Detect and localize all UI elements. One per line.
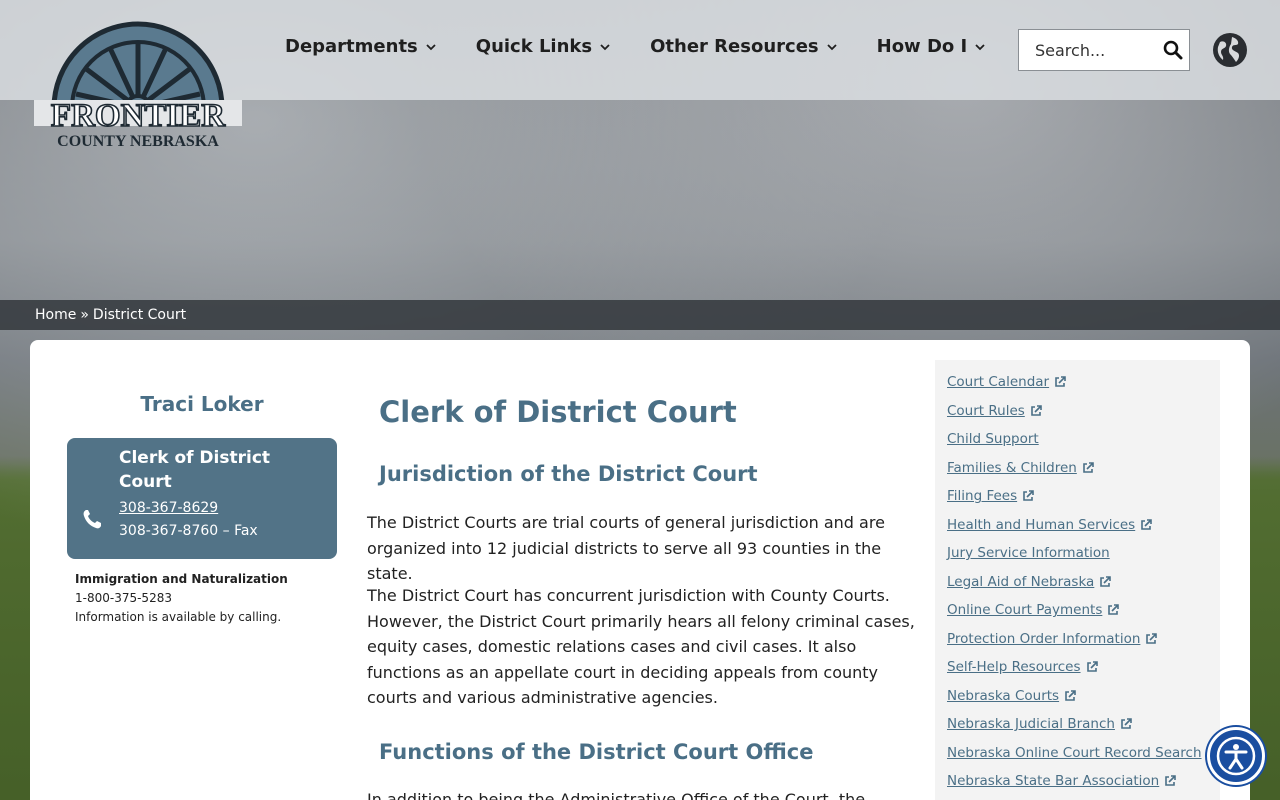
external-link-icon <box>1141 518 1153 530</box>
sidebar-link-judicial-branch[interactable]: Nebraska Judicial Branch <box>947 710 1208 739</box>
main-nav: Departments Quick Links Other Resources … <box>285 36 1025 57</box>
external-link-icon <box>1100 575 1112 587</box>
sidebar-link-state-bar[interactable]: Nebraska State Bar Association <box>947 767 1208 796</box>
sidebar-link-court-record-search[interactable]: Nebraska Online Court Record Search <box>947 739 1219 768</box>
link-label: Legal Aid of Nebraska <box>947 573 1095 590</box>
contact-phone-link[interactable]: 308-367-8629 <box>119 500 218 516</box>
sidebar-link-nebraska-courts[interactable]: Nebraska Courts <box>947 682 1208 711</box>
sidebar-link-filing-fees[interactable]: Filing Fees <box>947 482 1208 511</box>
paragraph-3: In addition to being the Administrative … <box>367 790 866 800</box>
content-card: Traci Loker Clerk of District Court 308-… <box>30 340 1250 800</box>
contact-fax: 308-367-8760 – Fax <box>119 523 258 539</box>
external-link-icon <box>1108 604 1120 616</box>
external-link-icon <box>1030 404 1042 416</box>
link-label: Nebraska State Bar Association <box>947 773 1160 790</box>
breadcrumb-separator: » <box>80 307 89 323</box>
link-label: Filing Fees <box>947 488 1018 505</box>
chevron-down-icon <box>975 43 985 50</box>
immigration-info: Immigration and Naturalization 1-800-375… <box>75 572 288 629</box>
sidebar-link-health-human-services[interactable]: Health and Human Services <box>947 511 1208 540</box>
chevron-down-icon <box>426 43 436 50</box>
nav-other-resources[interactable]: Other Resources <box>650 36 837 57</box>
contact-name: Traci Loker <box>140 392 264 416</box>
link-label: Online Court Payments <box>947 602 1103 619</box>
immigration-phone: 1-800-375-5283 <box>75 591 172 605</box>
site-logo[interactable]: FRONTIER COUNTY NEBRASKA <box>32 12 244 152</box>
nav-how-do-i[interactable]: How Do I <box>877 36 986 57</box>
sidebar-link-child-support[interactable]: Child Support <box>947 425 1208 454</box>
section-heading-functions: Functions of the District Court Office <box>379 740 814 764</box>
link-label: Court Rules <box>947 402 1025 419</box>
immigration-title: Immigration and Naturalization <box>75 572 288 586</box>
nav-label: Quick Links <box>475 36 593 57</box>
external-link-icon <box>1055 376 1066 388</box>
breadcrumb-current: District Court <box>92 307 187 323</box>
search-box <box>1018 29 1190 71</box>
external-link-icon <box>1086 661 1098 673</box>
nav-departments[interactable]: Departments <box>285 36 436 57</box>
sidebar-link-protection-order[interactable]: Protection Order Information <box>947 625 1208 654</box>
chevron-down-icon <box>826 43 837 50</box>
nav-quick-links[interactable]: Quick Links <box>476 36 610 57</box>
immigration-note: Information is available by calling. <box>75 610 282 624</box>
section-heading-jurisdiction: Jurisdiction of the District Court <box>379 462 758 486</box>
sidebar-link-jury-service[interactable]: Jury Service Information <box>947 539 1208 568</box>
breadcrumb-home[interactable]: Home <box>35 307 76 323</box>
sidebar-link-families-children[interactable]: Families & Children <box>947 454 1208 483</box>
nav-label: Other Resources <box>650 36 819 57</box>
accessibility-button[interactable] <box>1207 727 1265 785</box>
external-link-icon <box>1146 632 1158 644</box>
page-title: Clerk of District Court <box>379 395 737 429</box>
globe-icon[interactable] <box>1212 32 1248 68</box>
logo-text-sub: COUNTY NEBRASKA <box>57 133 219 150</box>
sidebar-link-legal-aid[interactable]: Legal Aid of Nebraska <box>947 568 1208 597</box>
sidebar-link-court-calendar[interactable]: Court Calendar <box>947 368 1208 397</box>
external-link-icon <box>1165 775 1177 787</box>
external-link-icon <box>1083 461 1094 473</box>
wagon-wheel-logo: FRONTIER COUNTY NEBRASKA <box>34 21 242 150</box>
link-label: Protection Order Information <box>947 630 1141 647</box>
sidebar-link-online-court-payments[interactable]: Online Court Payments <box>947 596 1208 625</box>
link-label: Nebraska Judicial Branch <box>947 716 1115 733</box>
link-label: Child Support <box>947 431 1039 448</box>
paragraph-2: The District Court has concurrent jurisd… <box>367 586 915 707</box>
nav-label: How Do I <box>876 36 968 57</box>
search-input[interactable] <box>1035 40 1165 60</box>
link-label: Jury Service Information <box>947 545 1110 562</box>
logo-text-main: FRONTIER <box>51 98 226 134</box>
paragraph-1: The District Courts are trial courts of … <box>367 513 885 583</box>
contact-title: Clerk of District Court <box>119 448 271 492</box>
link-label: Nebraska Courts <box>947 687 1060 704</box>
external-link-icon <box>1023 490 1034 502</box>
accessibility-icon <box>1216 736 1256 776</box>
external-link-icon <box>1065 689 1076 701</box>
contact-box: Clerk of District Court 308-367-8629 308… <box>67 438 337 559</box>
external-link-icon <box>1121 718 1132 730</box>
chevron-down-icon <box>600 43 610 50</box>
link-label: Court Calendar <box>947 374 1050 391</box>
breadcrumb: Home » District Court <box>0 300 1280 330</box>
sidebar-links: Court Calendar Court Rules Child Support… <box>935 360 1220 800</box>
phone-icon <box>83 510 101 529</box>
link-label: Nebraska Online Court Record Search <box>947 744 1202 761</box>
link-label: Self-Help Resources <box>947 659 1081 676</box>
sidebar-link-self-help[interactable]: Self-Help Resources <box>947 653 1208 682</box>
sidebar-link-court-rules[interactable]: Court Rules <box>947 397 1208 426</box>
link-label: Health and Human Services <box>947 516 1136 533</box>
nav-label: Departments <box>285 36 418 57</box>
link-label: Families & Children <box>947 459 1077 476</box>
search-icon[interactable] <box>1163 40 1183 60</box>
